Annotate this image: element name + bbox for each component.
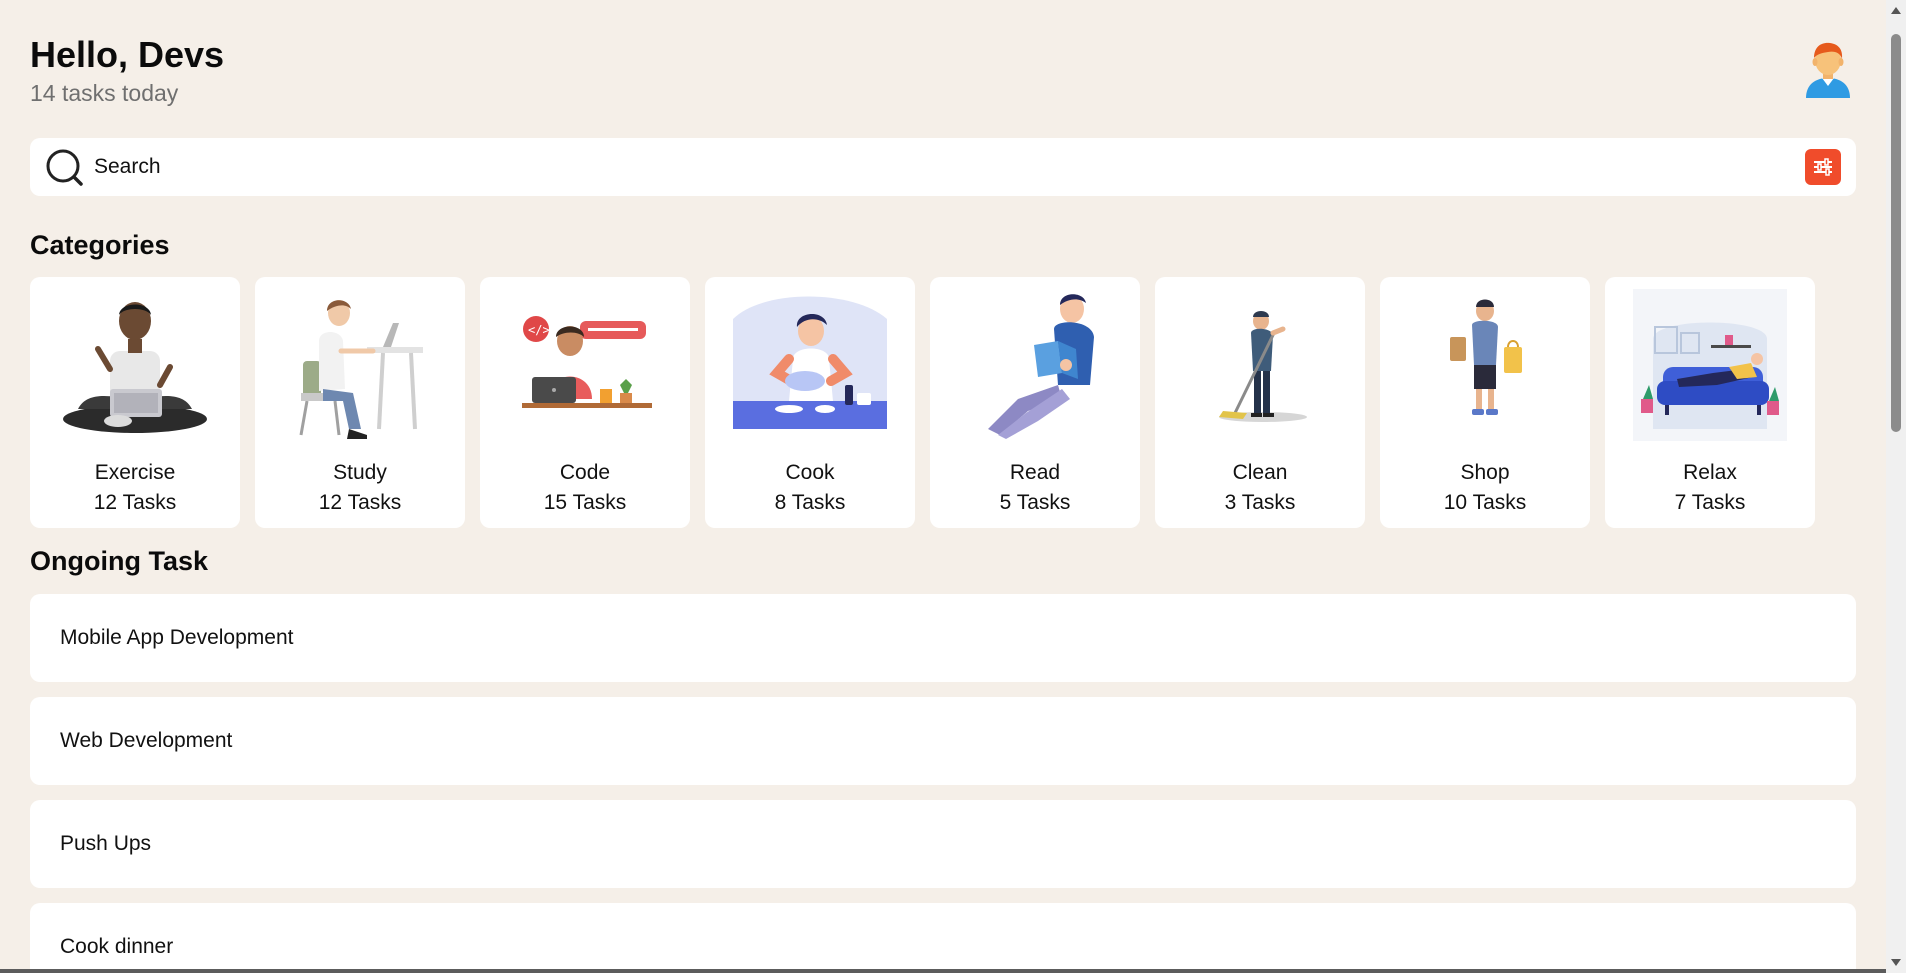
category-card-clean[interactable]: Clean 3 Tasks <box>1155 277 1365 528</box>
scroll-up-arrow-icon[interactable] <box>1889 4 1903 18</box>
filter-sliders-icon <box>1814 158 1832 176</box>
scroll-down-arrow-icon[interactable] <box>1889 955 1903 969</box>
categories-heading: Categories <box>30 230 170 260</box>
greeting-title: Hello, Devs <box>30 34 225 75</box>
task-title: Web Development <box>60 729 233 752</box>
task-title: Push Ups <box>60 832 152 855</box>
vertical-scrollbar[interactable] <box>1886 0 1906 973</box>
ongoing-task-heading: Ongoing Task <box>30 546 209 576</box>
task-item[interactable]: Push Ups <box>30 800 1856 888</box>
main-content: Hello, Devs 14 tasks today Search Catego… <box>30 0 1856 973</box>
category-task-count: 12 Tasks <box>93 491 177 514</box>
scrollbar-thumb[interactable] <box>1891 34 1901 432</box>
category-card-code[interactable]: </> Code 15 Tasks <box>480 277 690 528</box>
person-with-laptop-illustration <box>58 289 212 441</box>
category-name: Study <box>333 461 387 484</box>
task-item[interactable]: Mobile App Development <box>30 594 1856 682</box>
search-icon <box>42 145 86 189</box>
category-task-count: 3 Tasks <box>1224 491 1296 514</box>
header: Hello, Devs 14 tasks today <box>30 0 1856 138</box>
category-task-count: 7 Tasks <box>1674 491 1746 514</box>
task-item[interactable]: Web Development <box>30 697 1856 785</box>
person-reading-book-illustration <box>958 289 1112 441</box>
category-task-count: 8 Tasks <box>774 491 846 514</box>
category-name: Read <box>1009 461 1061 484</box>
svg-text:</>: </> <box>528 323 550 337</box>
filter-button[interactable] <box>1805 149 1841 185</box>
category-task-count: 10 Tasks <box>1443 491 1527 514</box>
category-name: Code <box>559 461 611 484</box>
window-bottom-edge <box>0 969 1886 973</box>
category-card-relax[interactable]: Relax 7 Tasks <box>1605 277 1815 528</box>
category-task-count: 5 Tasks <box>999 491 1071 514</box>
categories-list: Exercise 12 Tasks Study 12 Tasks </> Cod… <box>30 277 1815 528</box>
app-page: Hello, Devs 14 tasks today Search Catego… <box>0 0 1906 973</box>
person-mopping-illustration <box>1183 289 1337 441</box>
search-input[interactable] <box>94 147 1805 187</box>
category-name: Clean <box>1232 461 1288 484</box>
person-studying-at-desk-illustration <box>283 289 437 441</box>
search-bar <box>30 138 1856 196</box>
category-card-read[interactable]: Read 5 Tasks <box>930 277 1140 528</box>
category-name: Cook <box>785 461 835 484</box>
person-with-shopping-bags-illustration <box>1408 289 1562 441</box>
category-name: Relax <box>1683 461 1737 484</box>
task-title: Mobile App Development <box>60 626 294 649</box>
user-avatar-icon[interactable] <box>1800 40 1856 100</box>
task-item[interactable]: Cook dinner <box>30 903 1856 973</box>
developer-coding-illustration: </> <box>508 289 662 441</box>
category-task-count: 15 Tasks <box>543 491 627 514</box>
category-card-exercise[interactable]: Exercise 12 Tasks <box>30 277 240 528</box>
ongoing-task-list: Mobile App Development Web Development P… <box>30 594 1856 973</box>
category-name: Shop <box>1460 461 1510 484</box>
tasks-today-subtitle: 14 tasks today <box>30 80 179 106</box>
category-card-shop[interactable]: Shop 10 Tasks <box>1380 277 1590 528</box>
category-task-count: 12 Tasks <box>318 491 402 514</box>
task-title: Cook dinner <box>60 935 174 958</box>
category-card-study[interactable]: Study 12 Tasks <box>255 277 465 528</box>
person-on-sofa-illustration <box>1633 289 1787 441</box>
category-card-cook[interactable]: Cook 8 Tasks <box>705 277 915 528</box>
chef-cooking-illustration <box>733 289 887 441</box>
category-name: Exercise <box>94 461 176 484</box>
